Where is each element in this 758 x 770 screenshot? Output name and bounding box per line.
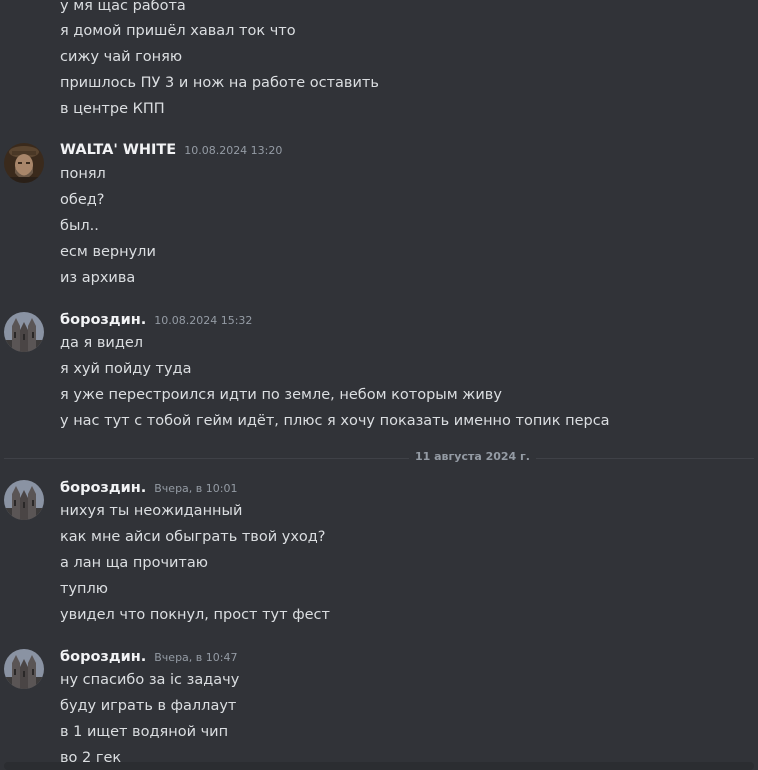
username[interactable]: бороздин. <box>60 312 146 328</box>
message-timestamp[interactable]: Вчера, в 10:47 <box>154 651 237 664</box>
message-text: а лан ща прочитаю <box>60 555 208 571</box>
message-text: есм вернули <box>60 244 156 260</box>
message-text: из архива <box>60 270 136 286</box>
date-divider-label: 11 августа 2024 г. <box>409 450 536 463</box>
message-text: в центре КПП <box>60 101 165 117</box>
cathedral-avatar-icon <box>4 312 44 352</box>
message-text: буду играть в фаллаут <box>60 698 237 714</box>
message-text: да я видел <box>60 335 144 351</box>
username[interactable]: WALTA' WHITE <box>60 142 176 158</box>
message-text: я уже перестроился идти по земле, небом … <box>60 387 502 403</box>
message-text: был.. <box>60 218 99 234</box>
username[interactable]: бороздин. <box>60 480 146 496</box>
username[interactable]: бороздин. <box>60 649 146 665</box>
message-text: как мне айси обыграть твой уход? <box>60 529 326 545</box>
chat-message-list[interactable]: у мя щас работа я домой пришёл хавал ток… <box>0 0 758 770</box>
user-avatar[interactable] <box>4 480 44 520</box>
message-text: понял <box>60 166 106 182</box>
bearded-man-avatar-icon <box>4 143 44 183</box>
message-text: я хуй пойду туда <box>60 361 192 377</box>
message-text: пришлось ПУ 3 и нож на работе оставить <box>60 75 379 91</box>
cathedral-avatar-icon <box>4 480 44 520</box>
horizontal-scrollbar[interactable] <box>4 762 754 770</box>
user-avatar[interactable] <box>4 312 44 352</box>
message-text: обед? <box>60 192 105 208</box>
cathedral-avatar-icon <box>4 649 44 689</box>
message-timestamp[interactable]: Вчера, в 10:01 <box>154 482 237 495</box>
message-timestamp[interactable]: 10.08.2024 13:20 <box>184 144 282 157</box>
message-text: у нас тут с тобой гейм идёт, плюс я хочу… <box>60 413 610 429</box>
message-timestamp[interactable]: 10.08.2024 15:32 <box>154 314 252 327</box>
user-avatar[interactable] <box>4 143 44 183</box>
date-divider: 11 августа 2024 г. <box>4 450 754 463</box>
message-text: я домой пришёл хавал ток что <box>60 23 296 39</box>
message-text: туплю <box>60 581 108 597</box>
message-text: у мя щас работа <box>60 0 186 14</box>
message-text: ну спасибо за іс задачу <box>60 672 240 688</box>
message-text: в 1 ищет водяной чип <box>60 724 229 740</box>
message-text: увидел что покнул, прост тут фест <box>60 607 330 623</box>
message-text: нихуя ты неожиданный <box>60 503 243 519</box>
message-text: сижу чай гоняю <box>60 49 183 65</box>
user-avatar[interactable] <box>4 649 44 689</box>
